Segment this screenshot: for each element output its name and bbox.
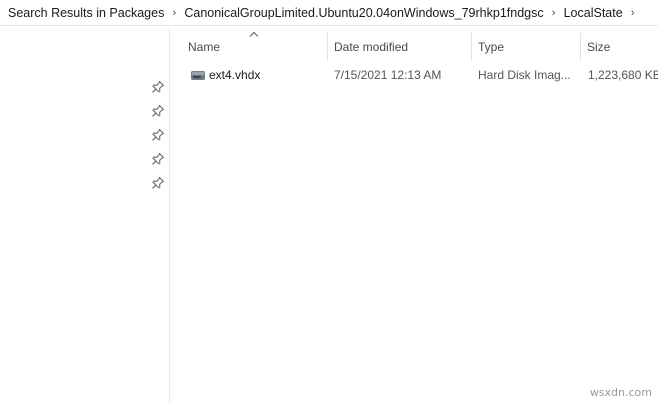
breadcrumb: Search Results in Packages › CanonicalGr… [0,0,658,26]
file-row[interactable]: ext4.vhdx 7/15/2021 12:13 AM Hard Disk I… [179,64,658,86]
column-divider[interactable] [327,33,328,61]
column-header-size[interactable]: Size [587,36,657,58]
watermark: wsxdn.com [589,386,652,399]
column-divider[interactable] [471,33,472,61]
pin-icon[interactable] [151,176,165,190]
file-type: Hard Disk Imag... [478,68,571,82]
file-explorer-window: Search Results in Packages › CanonicalGr… [0,0,658,403]
column-header-name[interactable]: Name [188,36,323,58]
chevron-right-icon[interactable]: › [164,7,184,19]
pin-icon[interactable] [151,104,165,118]
file-name: ext4.vhdx [209,68,261,82]
pin-icon[interactable] [151,152,165,166]
file-date-modified: 7/15/2021 12:13 AM [334,68,442,82]
chevron-right-icon[interactable]: › [623,7,643,19]
breadcrumb-package-folder[interactable]: CanonicalGroupLimited.Ubuntu20.04onWindo… [184,6,543,20]
hard-disk-image-icon [191,71,205,80]
pin-icon[interactable] [151,80,165,94]
pin-icon[interactable] [151,128,165,142]
column-divider[interactable] [580,33,581,61]
column-header-date-modified[interactable]: Date modified [334,36,469,58]
file-size: 1,223,680 KB [588,68,658,82]
navigation-pane [0,27,170,403]
chevron-right-icon[interactable]: › [544,7,564,19]
breadcrumb-localstate[interactable]: LocalState [564,6,623,20]
file-list: Name Date modified Type Size ext4.vhdx 7… [171,27,658,403]
breadcrumb-search-results[interactable]: Search Results in Packages [8,6,164,20]
column-header-type[interactable]: Type [478,36,578,58]
